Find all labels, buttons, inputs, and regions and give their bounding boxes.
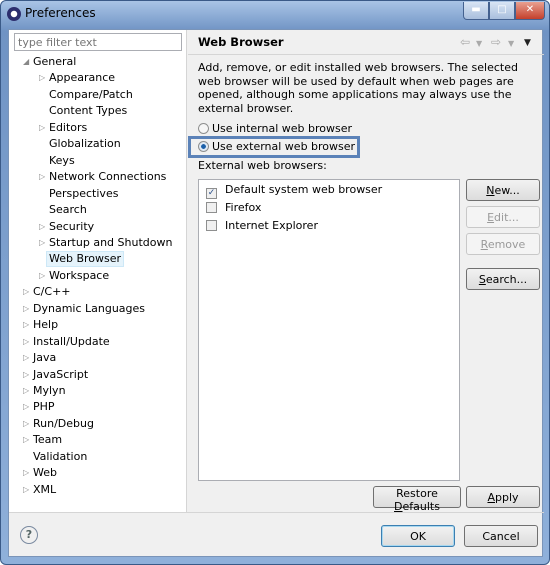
collapsed-arrow-icon[interactable]: ▷ (39, 169, 45, 185)
edit-button[interactable]: Edit... (466, 206, 540, 228)
tree-item[interactable]: JavaScript (33, 367, 88, 383)
close-button[interactable]: ✕ (515, 2, 545, 20)
tree-item[interactable]: Globalization (49, 136, 121, 152)
preferences-window: Preferences ▬ □ ✕ ◢General▷AppearanceCom… (0, 0, 550, 565)
tree-item[interactable]: Help (33, 317, 58, 333)
tree-item[interactable]: Install/Update (33, 334, 110, 350)
collapsed-arrow-icon[interactable]: ▷ (39, 120, 45, 136)
tree-item[interactable]: XML (33, 482, 56, 498)
collapsed-arrow-icon[interactable]: ▷ (39, 219, 45, 235)
tree-item[interactable]: Network Connections (49, 169, 166, 185)
tree-item[interactable]: Workspace (49, 268, 109, 284)
collapsed-arrow-icon[interactable]: ▷ (23, 284, 29, 300)
maximize-button[interactable]: □ (489, 2, 515, 20)
tree-item[interactable]: Web Browser (46, 251, 125, 268)
divider (9, 512, 544, 513)
page-pane: Web Browser ⇦ ▼ ⇨ ▼ ▼ Add, remove, or ed… (188, 30, 544, 513)
collapsed-arrow-icon[interactable]: ▷ (23, 301, 29, 317)
tree-item[interactable]: Editors (49, 120, 87, 136)
collapsed-arrow-icon[interactable]: ▷ (23, 465, 29, 481)
tree-item[interactable]: Mylyn (33, 383, 66, 399)
tree-item[interactable]: General (33, 54, 76, 70)
tree-item[interactable]: PHP (33, 399, 55, 415)
browser-label: Default system web browser (225, 183, 383, 196)
tree-item[interactable]: Dynamic Languages (33, 301, 145, 317)
page-description: Add, remove, or edit installed web brows… (198, 61, 518, 115)
collapsed-arrow-icon[interactable]: ▷ (23, 334, 29, 350)
external-browsers-label: External web browsers: (198, 159, 327, 172)
collapsed-arrow-icon[interactable]: ▷ (23, 317, 29, 333)
tree-item[interactable]: Security (49, 219, 94, 235)
tree-item[interactable]: Compare/Patch (49, 87, 133, 103)
tree-item[interactable]: Keys (49, 153, 75, 169)
view-menu-icon[interactable]: ▼ (524, 38, 531, 48)
tree-item[interactable]: Run/Debug (33, 416, 94, 432)
tree-item[interactable]: Startup and Shutdown (49, 235, 172, 251)
tree-item[interactable]: Perspectives (49, 186, 118, 202)
browser-list-item[interactable]: Internet Explorer (206, 217, 318, 235)
cancel-button[interactable]: Cancel (464, 525, 538, 547)
eclipse-icon (7, 7, 21, 21)
help-icon[interactable]: ? (20, 526, 38, 544)
collapsed-arrow-icon[interactable]: ▷ (23, 482, 29, 498)
window-title: Preferences (25, 6, 96, 20)
browser-label: Firefox (225, 201, 262, 214)
collapsed-arrow-icon[interactable]: ▷ (23, 383, 29, 399)
external-browser-radio[interactable]: Use external web browser (198, 139, 355, 155)
radio-label: Use external web browser (212, 140, 356, 153)
dialog-body: ◢General▷AppearanceCompare/PatchContent … (8, 29, 544, 557)
back-dropdown-icon[interactable]: ▼ (476, 39, 482, 48)
preference-tree-pane: ◢General▷AppearanceCompare/PatchContent … (9, 30, 187, 512)
minimize-button[interactable]: ▬ (463, 2, 489, 20)
checkbox-icon[interactable] (206, 202, 217, 213)
collapsed-arrow-icon[interactable]: ▷ (23, 432, 29, 448)
collapsed-arrow-icon[interactable]: ▷ (39, 235, 45, 251)
radio-selected-icon (198, 141, 209, 152)
checkbox-checked-icon[interactable]: ✓ (206, 188, 217, 199)
tree-item[interactable]: C/C++ (33, 284, 71, 300)
tree-item[interactable]: Appearance (49, 70, 115, 86)
remove-button[interactable]: Remove (466, 233, 540, 255)
tree-item[interactable]: Team (33, 432, 62, 448)
collapsed-arrow-icon[interactable]: ▷ (23, 350, 29, 366)
tree-item[interactable]: Java (33, 350, 56, 366)
collapsed-arrow-icon[interactable]: ▷ (39, 70, 45, 86)
filter-input[interactable] (14, 33, 182, 51)
internal-browser-radio[interactable]: Use internal web browser (198, 121, 352, 137)
tree-item[interactable]: Validation (33, 449, 87, 465)
collapsed-arrow-icon[interactable]: ▷ (39, 268, 45, 284)
collapsed-arrow-icon[interactable]: ▷ (23, 367, 29, 383)
tree-item[interactable]: Web (33, 465, 57, 481)
browser-list[interactable]: ✓ Default system web browser Firefox Intern… (198, 179, 460, 481)
radio-label: Use internal web browser (212, 122, 353, 135)
tree-item[interactable]: Search (49, 202, 87, 218)
search-button[interactable]: Search... (466, 268, 540, 290)
forward-dropdown-icon[interactable]: ▼ (508, 39, 514, 48)
collapsed-arrow-icon[interactable]: ▷ (23, 399, 29, 415)
tree-item[interactable]: Content Types (49, 103, 127, 119)
page-title: Web Browser (198, 35, 284, 49)
back-arrow-icon[interactable]: ⇦ (460, 35, 470, 49)
ok-button[interactable]: OK (381, 525, 455, 547)
collapsed-arrow-icon[interactable]: ▷ (23, 416, 29, 432)
forward-arrow-icon[interactable]: ⇨ (491, 35, 501, 49)
browser-label: Internet Explorer (225, 219, 318, 232)
checkbox-icon[interactable] (206, 220, 217, 231)
browser-list-item[interactable]: Firefox (206, 199, 261, 217)
radio-icon (198, 123, 209, 134)
restore-defaults-button[interactable]: Restore Defaults (373, 486, 461, 513)
browser-list-item[interactable]: ✓ Default system web browser (206, 181, 382, 199)
page-header: Web Browser ⇦ ▼ ⇨ ▼ ▼ (188, 30, 544, 55)
new-button[interactable]: New... (466, 179, 540, 201)
apply-button[interactable]: Apply (466, 486, 540, 508)
expanded-arrow-icon[interactable]: ◢ (23, 54, 29, 70)
